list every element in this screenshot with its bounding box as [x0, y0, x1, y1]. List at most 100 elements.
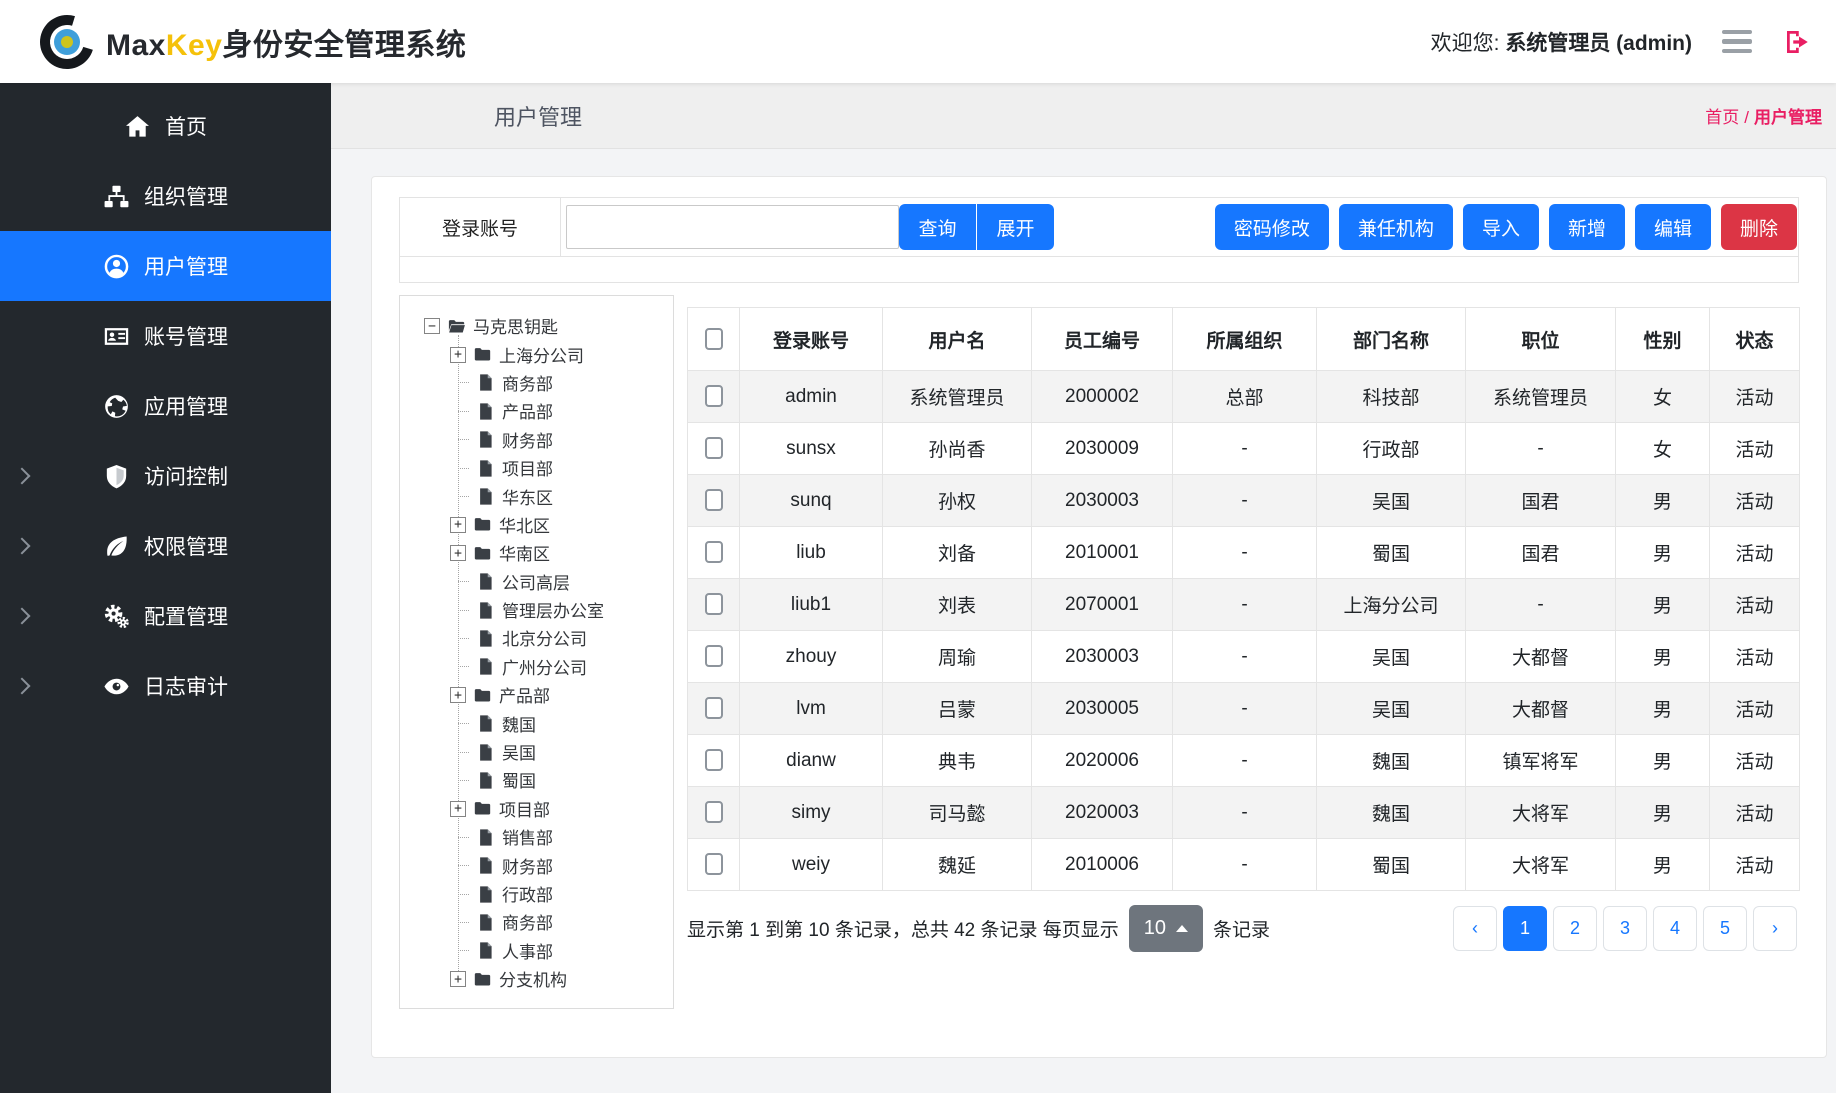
tree-root-label[interactable]: 马克思钥匙: [473, 313, 558, 339]
tree-item-label[interactable]: 广州分公司: [502, 654, 587, 680]
expand-button[interactable]: 展开: [977, 204, 1054, 250]
tree-item[interactable]: + 上海分公司: [450, 340, 667, 368]
sidebar-item-apps[interactable]: 应用管理: [0, 371, 331, 441]
pager-prev-button[interactable]: ‹: [1453, 906, 1497, 951]
tree-item-label[interactable]: 财务部: [502, 853, 553, 879]
tree-item-label[interactable]: 魏国: [502, 711, 536, 737]
tree-item[interactable]: + 产品部: [450, 681, 667, 709]
tree-expand-icon[interactable]: +: [450, 517, 466, 533]
breadcrumb-home-link[interactable]: 首页: [1705, 108, 1739, 127]
tree-item-label[interactable]: 财务部: [502, 427, 553, 453]
sidebar-item-access[interactable]: 访问控制: [0, 441, 331, 511]
sidebar-item-audit[interactable]: 日志审计: [0, 651, 331, 721]
row-select-cell: [688, 579, 740, 631]
tree-item[interactable]: + 分支机构: [450, 965, 667, 993]
page-button-5[interactable]: 5: [1703, 906, 1747, 951]
tree-item[interactable]: 魏国: [450, 709, 667, 737]
delete-button[interactable]: 删除: [1721, 204, 1797, 250]
sidebar-item-org[interactable]: 组织管理: [0, 161, 331, 231]
tree-item[interactable]: 销售部: [450, 823, 667, 851]
page-size-dropdown[interactable]: 10: [1129, 905, 1203, 952]
tree-item-label[interactable]: 项目部: [499, 796, 550, 822]
tree-item-label[interactable]: 北京分公司: [502, 625, 587, 651]
sidebar-item-home[interactable]: 首页: [0, 91, 331, 161]
tree-item-label[interactable]: 分支机构: [499, 966, 567, 992]
sidebar-item-users[interactable]: 用户管理: [0, 231, 331, 301]
edit-button[interactable]: 编辑: [1635, 204, 1711, 250]
tree-item-label[interactable]: 管理层办公室: [502, 597, 604, 623]
sidebar-item-accounts[interactable]: 账号管理: [0, 301, 331, 371]
tree-item-label[interactable]: 商务部: [502, 909, 553, 935]
tree-item-label[interactable]: 吴国: [502, 739, 536, 765]
password-modify-button[interactable]: 密码修改: [1215, 204, 1329, 250]
tree-item-label[interactable]: 销售部: [502, 824, 553, 850]
tree-item-label[interactable]: 产品部: [499, 682, 550, 708]
tree-item[interactable]: 蜀国: [450, 766, 667, 794]
tree-expand-icon[interactable]: +: [450, 545, 466, 561]
tree-item-label[interactable]: 项目部: [502, 455, 553, 481]
tree-item-label[interactable]: 华北区: [499, 512, 550, 538]
tree-item[interactable]: + 华北区: [450, 511, 667, 539]
menu-toggle-icon[interactable]: [1718, 26, 1756, 58]
tree-item[interactable]: + 华南区: [450, 539, 667, 567]
row-checkbox[interactable]: [705, 593, 723, 615]
tree-item-label[interactable]: 商务部: [502, 370, 553, 396]
tree-expand-icon[interactable]: +: [450, 687, 466, 703]
tree-expand-icon[interactable]: +: [450, 347, 466, 363]
table-cell: 吕蒙: [883, 683, 1032, 735]
page-button-3[interactable]: 3: [1603, 906, 1647, 951]
tree-item[interactable]: 管理层办公室: [450, 596, 667, 624]
concurrent-org-button[interactable]: 兼任机构: [1339, 204, 1453, 250]
logout-icon[interactable]: [1782, 27, 1812, 57]
row-checkbox[interactable]: [705, 801, 723, 823]
row-checkbox[interactable]: [705, 697, 723, 719]
tree-item[interactable]: 吴国: [450, 738, 667, 766]
tree-item-label[interactable]: 华南区: [499, 540, 550, 566]
row-checkbox[interactable]: [705, 385, 723, 407]
page-button-1[interactable]: 1: [1503, 906, 1547, 951]
tree-item[interactable]: 商务部: [450, 369, 667, 397]
tree-item[interactable]: 行政部: [450, 880, 667, 908]
tree-children: + 上海分公司 商务部 产品部 财务部 项目部 华东区 + 华北区 +: [450, 340, 667, 993]
tree-item[interactable]: 商务部: [450, 908, 667, 936]
tree-item[interactable]: 财务部: [450, 851, 667, 879]
table-cell: dianw: [740, 735, 883, 787]
tree-item-label[interactable]: 蜀国: [502, 767, 536, 793]
row-checkbox[interactable]: [705, 853, 723, 875]
tree-item-label[interactable]: 产品部: [502, 398, 553, 424]
query-button[interactable]: 查询: [899, 204, 976, 250]
tree-item[interactable]: 项目部: [450, 454, 667, 482]
tree-item[interactable]: 广州分公司: [450, 653, 667, 681]
file-icon: [476, 373, 495, 392]
tree-item-label[interactable]: 上海分公司: [499, 342, 584, 368]
tree-item[interactable]: 公司高层: [450, 568, 667, 596]
add-button[interactable]: 新增: [1549, 204, 1625, 250]
select-all-checkbox[interactable]: [705, 328, 723, 350]
tree-item-label[interactable]: 公司高层: [502, 569, 570, 595]
tree-item[interactable]: + 项目部: [450, 795, 667, 823]
row-checkbox[interactable]: [705, 437, 723, 459]
tree-root[interactable]: − 马克思钥匙: [410, 312, 667, 340]
row-checkbox[interactable]: [705, 645, 723, 667]
tree-item[interactable]: 财务部: [450, 426, 667, 454]
tree-item[interactable]: 产品部: [450, 397, 667, 425]
tree-item-label[interactable]: 华东区: [502, 484, 553, 510]
tree-expand-icon[interactable]: +: [450, 801, 466, 817]
pager-next-button[interactable]: ›: [1753, 906, 1797, 951]
sidebar-item-permissions[interactable]: 权限管理: [0, 511, 331, 581]
row-checkbox[interactable]: [705, 541, 723, 563]
import-button[interactable]: 导入: [1463, 204, 1539, 250]
tree-expand-icon[interactable]: +: [450, 971, 466, 987]
tree-item-label[interactable]: 人事部: [502, 938, 553, 964]
row-checkbox[interactable]: [705, 489, 723, 511]
tree-item[interactable]: 人事部: [450, 937, 667, 965]
login-account-input[interactable]: [566, 205, 899, 249]
tree-item[interactable]: 北京分公司: [450, 624, 667, 652]
page-button-4[interactable]: 4: [1653, 906, 1697, 951]
tree-item[interactable]: 华东区: [450, 482, 667, 510]
tree-item-label[interactable]: 行政部: [502, 881, 553, 907]
page-button-2[interactable]: 2: [1553, 906, 1597, 951]
tree-collapse-icon[interactable]: −: [424, 318, 440, 334]
sidebar-item-config[interactable]: 配置管理: [0, 581, 331, 651]
row-checkbox[interactable]: [705, 749, 723, 771]
